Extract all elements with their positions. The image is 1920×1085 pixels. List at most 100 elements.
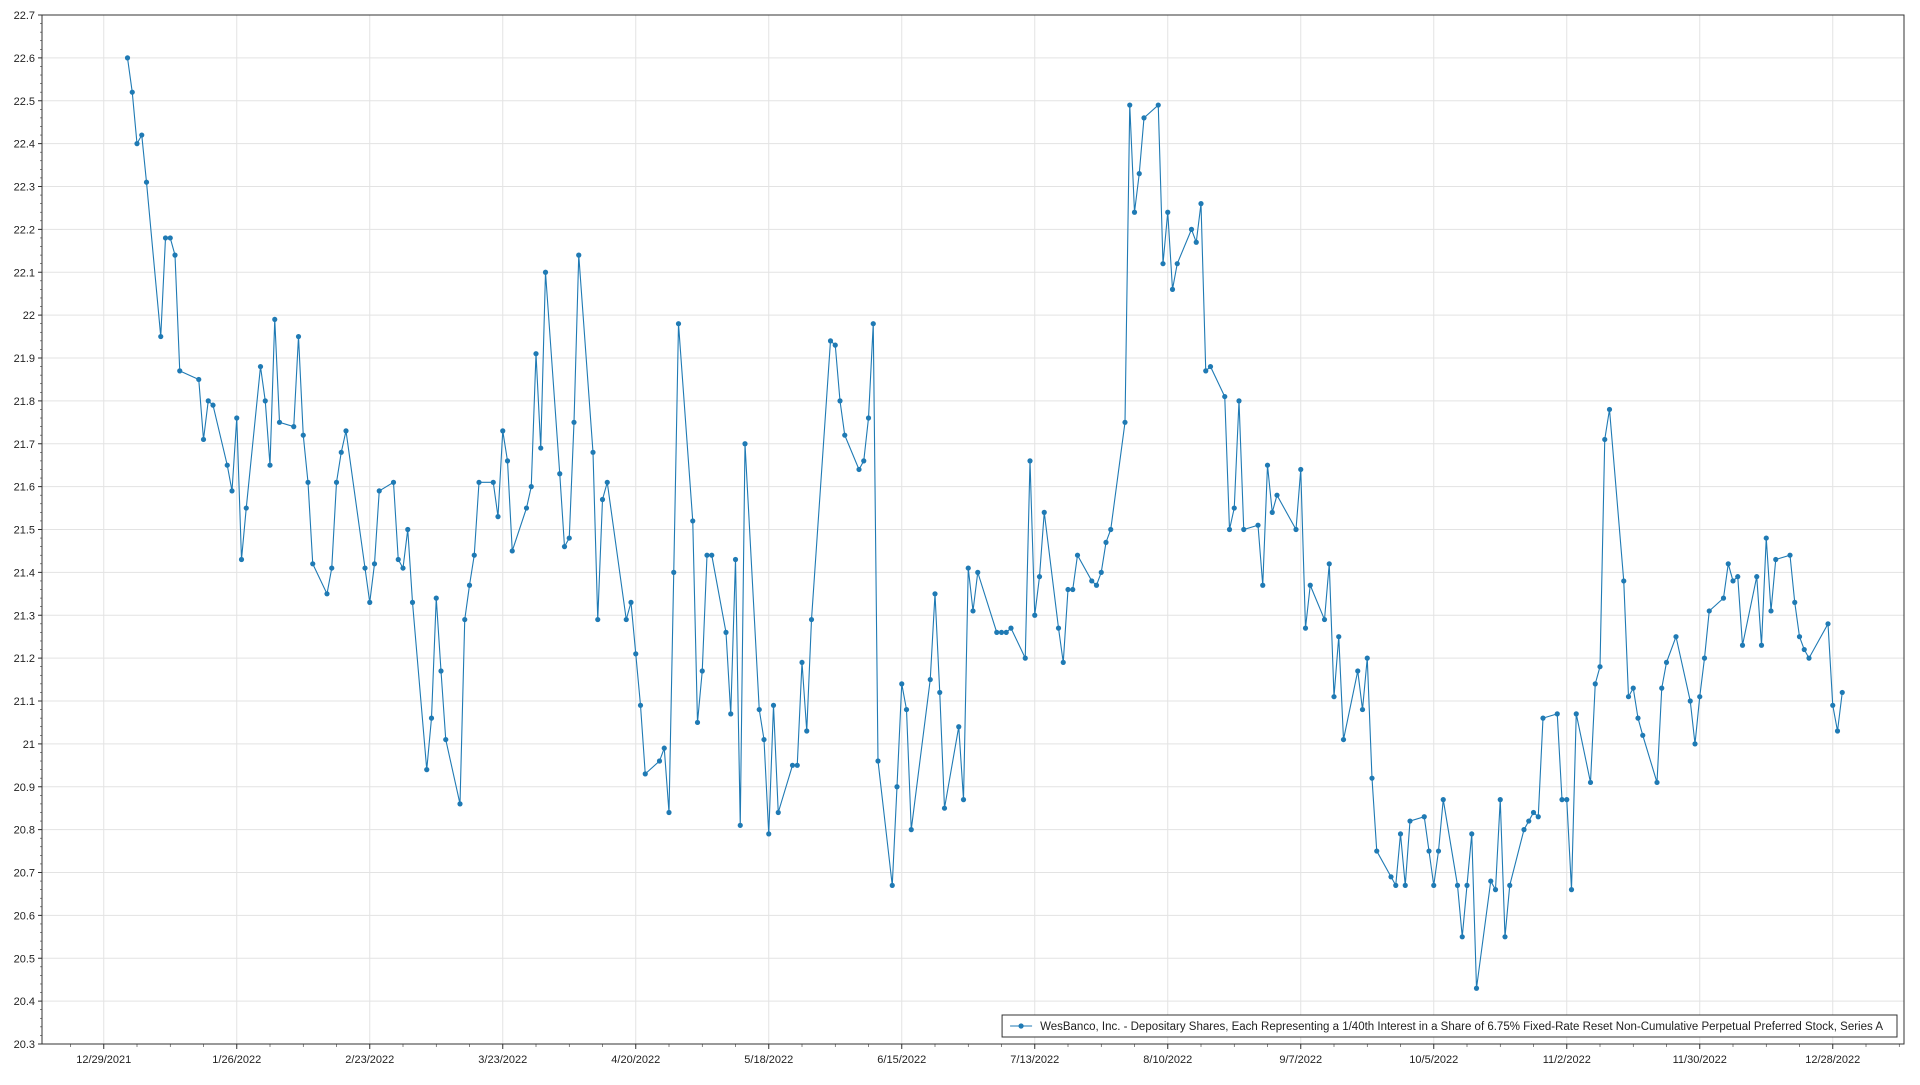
data-point: [1222, 393, 1228, 400]
x-tick-label: 5/18/2022: [744, 1054, 793, 1066]
data-point: [1369, 775, 1375, 781]
data-point: [1488, 878, 1494, 884]
data-point: [1307, 582, 1313, 588]
data-point: [1321, 616, 1328, 623]
data-point: [542, 269, 549, 275]
data-point: [709, 552, 715, 558]
data-point: [338, 449, 344, 455]
data-point: [1193, 239, 1199, 245]
data-point: [1127, 102, 1133, 108]
y-tick-label: 20.9: [14, 782, 35, 794]
data-point: [371, 561, 378, 567]
data-point: [409, 599, 416, 605]
data-point: [1730, 578, 1736, 584]
data-point: [1359, 706, 1366, 713]
data-point: [1559, 797, 1565, 803]
y-tick-label: 21.9: [14, 353, 35, 365]
data-point: [1293, 526, 1299, 533]
data-point: [1507, 882, 1513, 888]
data-point: [538, 445, 544, 451]
data-point: [200, 436, 207, 443]
data-point: [590, 449, 596, 455]
data-point: [827, 338, 834, 344]
data-point: [1397, 831, 1404, 837]
data-point: [1735, 574, 1741, 580]
y-tick-label: 22.4: [14, 139, 35, 151]
data-point: [737, 822, 743, 828]
data-point: [1825, 621, 1831, 627]
data-point: [490, 479, 496, 485]
data-point: [889, 882, 895, 888]
data-point: [875, 758, 881, 764]
data-point: [367, 599, 373, 605]
data-point: [1435, 848, 1442, 854]
data-point: [1773, 556, 1779, 563]
y-axis: 20.3 20.4 20.5 20.6 20.7 20.8 20.9 21 21.1 21.2 21…: [14, 10, 42, 1051]
data-point: [1336, 634, 1342, 640]
data-point: [1720, 595, 1727, 601]
data-point: [1464, 882, 1470, 888]
y-tick-label: 22.3: [14, 182, 35, 194]
data-point: [1421, 814, 1427, 820]
y-tick-label: 21.2: [14, 653, 35, 665]
y-tick-label: 20.5: [14, 953, 35, 965]
data-point: [1597, 664, 1603, 670]
y-tick-label: 21.4: [14, 567, 35, 579]
data-point: [1502, 934, 1508, 940]
data-point: [1497, 797, 1503, 803]
data-point: [561, 544, 568, 550]
data-point: [210, 402, 216, 408]
data-point: [1003, 629, 1009, 636]
data-point: [129, 89, 135, 95]
data-point: [1758, 642, 1765, 648]
data-point: [704, 552, 710, 558]
data-point: [1255, 522, 1261, 528]
data-point: [462, 616, 468, 623]
data-point: [941, 805, 948, 811]
data-point: [1692, 741, 1698, 747]
y-tick-label: 20.8: [14, 825, 35, 837]
data-point: [333, 479, 340, 485]
data-point: [1198, 201, 1204, 207]
legend-swatch-marker: [1018, 1023, 1024, 1029]
data-point: [1022, 655, 1028, 661]
data-point: [1587, 779, 1594, 786]
data-point: [1174, 261, 1180, 267]
data-point: [224, 462, 230, 468]
data-point: [1806, 655, 1812, 661]
data-point: [1388, 874, 1394, 880]
data-point: [975, 569, 981, 575]
x-tick-label: 3/23/2022: [478, 1054, 527, 1066]
y-tick-label: 21.3: [14, 610, 35, 622]
data-point: [856, 466, 862, 473]
data-point: [842, 432, 848, 438]
data-point: [1269, 509, 1275, 515]
data-point: [1697, 694, 1703, 700]
data-point: [604, 479, 610, 485]
data-point: [172, 252, 178, 258]
data-point: [433, 595, 439, 601]
data-point: [1469, 831, 1475, 837]
y-tick-label: 21.5: [14, 525, 35, 537]
data-point: [1089, 578, 1095, 584]
data-point: [994, 629, 1000, 636]
data-point: [694, 719, 701, 726]
data-point: [1374, 848, 1380, 854]
data-point: [134, 141, 140, 147]
data-point: [295, 333, 302, 340]
data-point: [1260, 582, 1266, 588]
data-point: [229, 488, 235, 494]
x-tick-label: 9/7/2022: [1279, 1054, 1322, 1066]
data-point: [1041, 509, 1047, 515]
data-point: [1739, 642, 1746, 648]
data-point: [1226, 526, 1233, 533]
data-point: [804, 728, 810, 734]
data-point: [528, 484, 534, 490]
data-point: [1364, 655, 1370, 661]
data-point: [234, 415, 240, 421]
data-point: [471, 552, 477, 558]
data-point: [443, 736, 449, 743]
data-point: [509, 548, 515, 554]
data-point: [267, 462, 273, 468]
y-tick-label: 20.3: [14, 1039, 35, 1051]
